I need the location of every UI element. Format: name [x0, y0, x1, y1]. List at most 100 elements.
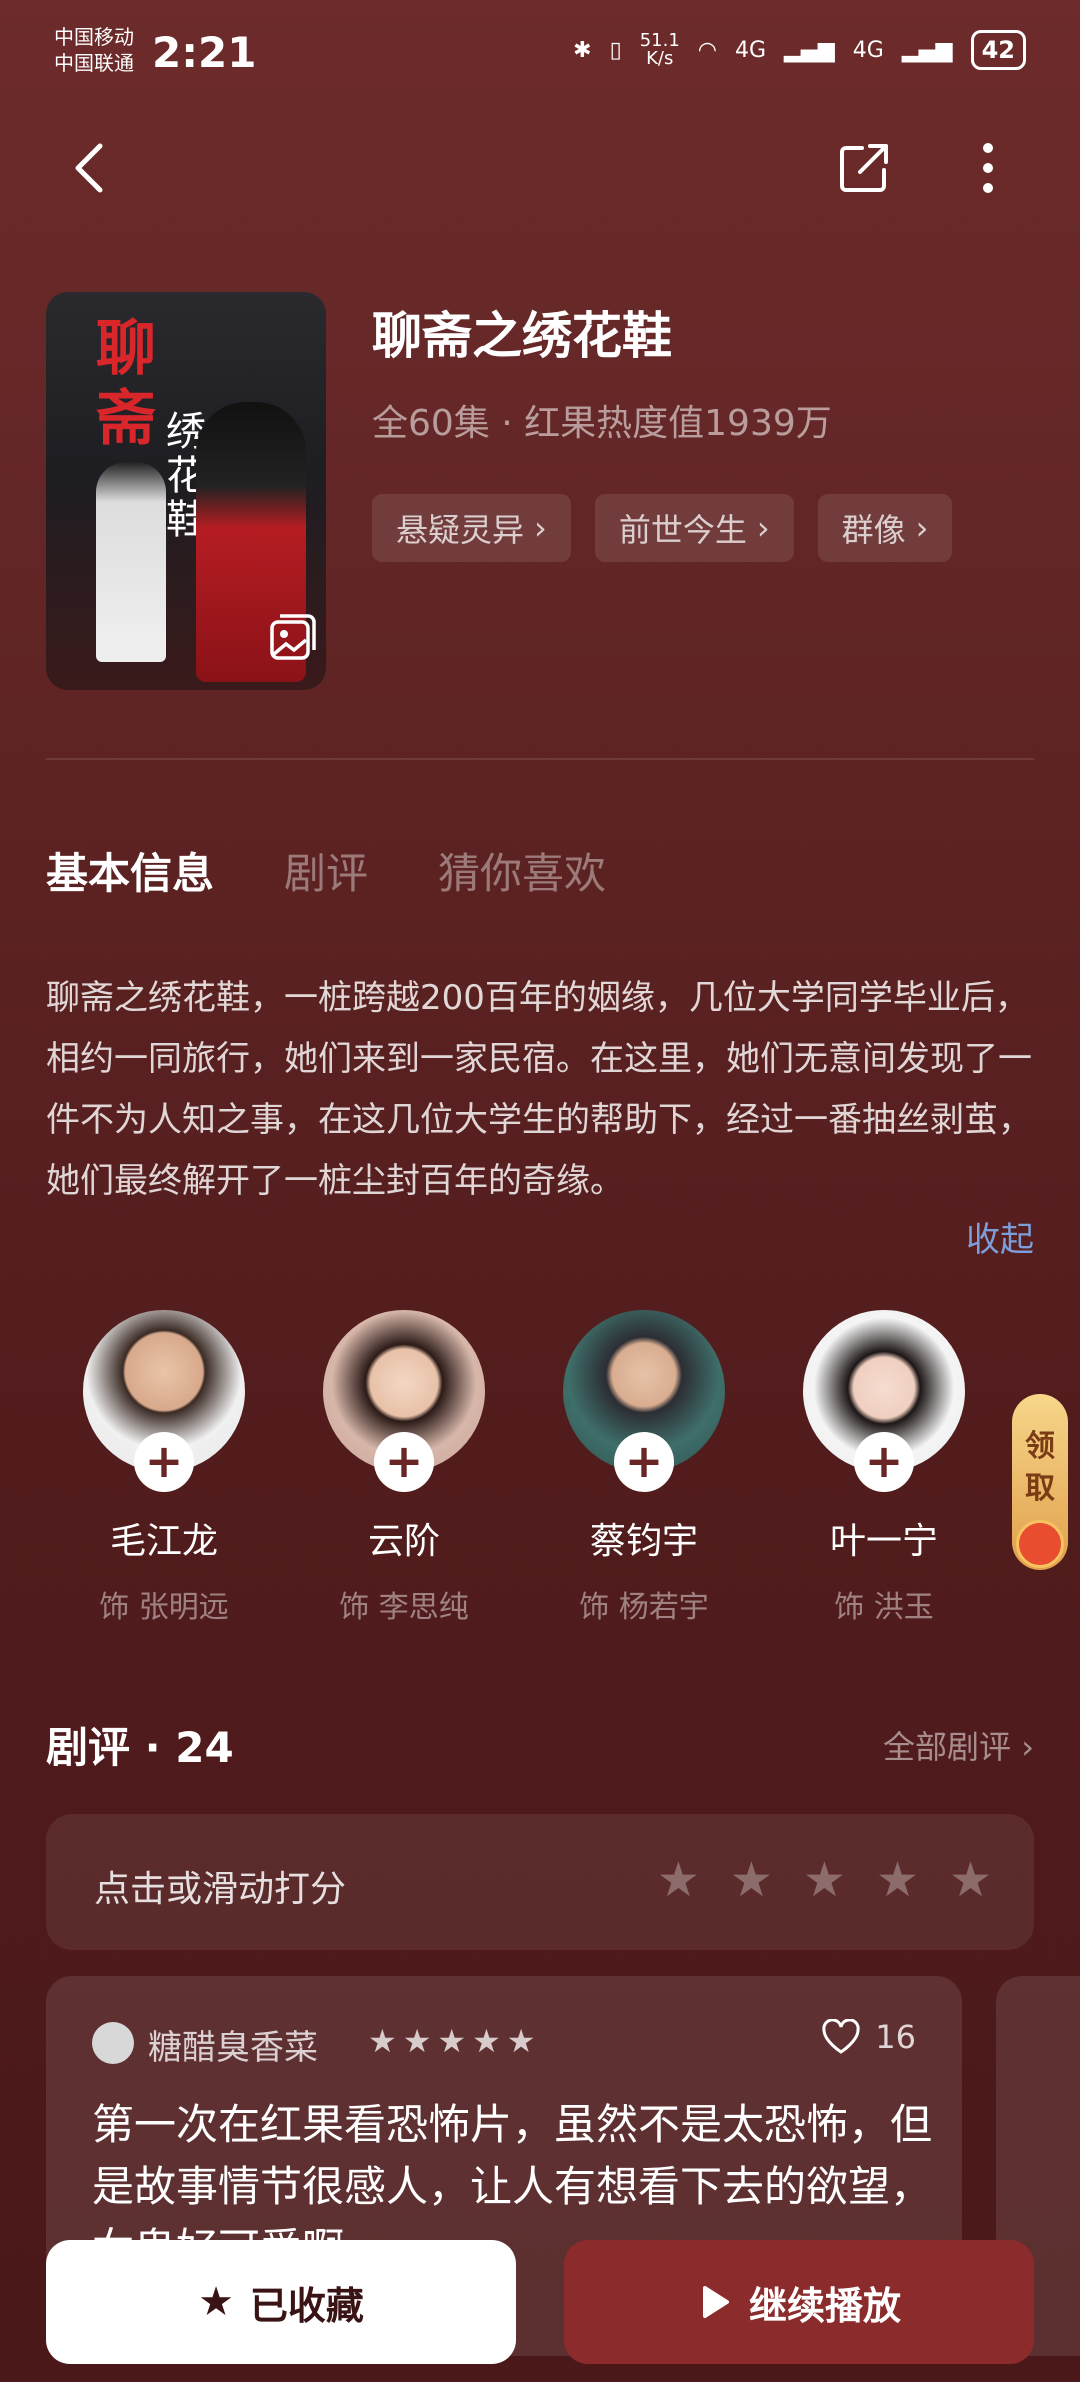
tab-basic-info[interactable]: 基本信息 [46, 840, 214, 901]
drama-poster[interactable]: 聊斋 绣花鞋 [46, 292, 326, 690]
signal-2: 4G [852, 37, 884, 63]
tag-chip[interactable]: 群像 › [817, 494, 953, 562]
net-speed-unit: K/s [646, 48, 674, 69]
red-envelope-icon [1016, 1520, 1064, 1568]
episode-count: 全60集 [372, 403, 490, 444]
review-section-title: 剧评 · 24 [46, 1714, 234, 1775]
tag-list: 悬疑灵异 › 前世今生 › 群像 › [372, 494, 953, 562]
review-stars: ★ ★ ★ ★ ★ [368, 2022, 535, 2060]
status-time: 2:21 [152, 28, 257, 77]
cast-name: 云阶 [367, 1521, 440, 1562]
follow-plus-icon[interactable]: + [854, 1432, 914, 1492]
signal-bars-icon: ▂▄▆ [901, 37, 953, 63]
signal-bars-icon: ▂▄▆ [784, 37, 835, 63]
status-icons: ✱ ▯ 51.1 K/s ◠ 4G ▂▄▆ 4G ▂▄▆ 42 [573, 30, 1026, 70]
back-button[interactable] [66, 138, 118, 198]
tag-chip[interactable]: 悬疑灵异 › [372, 494, 571, 562]
tag-label: 前世今生 [618, 511, 747, 549]
rating-stars[interactable]: ★ ★ ★ ★ ★ [657, 1856, 992, 1904]
cast-member[interactable]: + 蔡钧宇 饰 杨若宇 [544, 1310, 744, 1626]
share-icon [840, 144, 888, 192]
tag-label: 悬疑灵异 [396, 511, 525, 549]
more-vertical-icon [983, 143, 993, 193]
star-icon[interactable]: ★ [803, 1856, 846, 1904]
all-reviews-link[interactable]: 全部剧评 › [883, 1722, 1034, 1768]
drama-subinfo: 全60集 · 红果热度值1939万 [372, 394, 832, 446]
cast-name: 毛江龙 [109, 1521, 218, 1562]
cast-role: 饰 洪玉 [834, 1590, 934, 1625]
continue-play-button[interactable]: 继续播放 [564, 2240, 1034, 2364]
drama-description: 聊斋之绣花鞋，一桩跨越200百年的姻缘，几位大学同学毕业后，相约一同旅行，她们来… [46, 978, 1032, 1201]
cast-member[interactable]: + 叶一宁 饰 洪玉 [784, 1310, 984, 1626]
star-icon[interactable]: ★ [876, 1856, 919, 1904]
tag-chip[interactable]: 前世今生 › [594, 494, 794, 562]
carrier-1: 中国移动 [54, 25, 134, 49]
separator-dot: · [501, 403, 525, 444]
signal-1: 4G [734, 37, 767, 63]
review-username: 糖醋臭香菜 [148, 2028, 318, 2068]
follow-plus-icon[interactable]: + [374, 1432, 434, 1492]
heat-value: 红果热度值1939万 [524, 403, 832, 444]
wifi-icon: ◠ [697, 37, 717, 63]
collapse-link[interactable]: 收起 [966, 1212, 1034, 1261]
tab-recommend[interactable]: 猜你喜欢 [438, 840, 606, 901]
status-carriers: 中国移动 中国联通 [54, 24, 134, 76]
tab-reviews[interactable]: 剧评 [284, 840, 368, 901]
heart-icon [822, 2019, 860, 2054]
like-count: 16 [875, 2018, 916, 2056]
star-filled-icon: ★ [198, 2279, 234, 2325]
follow-plus-icon[interactable]: + [614, 1432, 674, 1492]
avatar: + [83, 1310, 245, 1492]
reward-widget[interactable]: 领 取 [1012, 1394, 1068, 1570]
cast-name: 叶一宁 [829, 1521, 938, 1562]
cast-name: 蔡钧宇 [589, 1521, 698, 1562]
battery-icon: 42 [970, 30, 1026, 70]
star-icon: ★ [437, 2022, 467, 2060]
favorite-button[interactable]: ★ 已收藏 [46, 2240, 516, 2364]
cast-member[interactable]: + 云阶 饰 李思纯 [304, 1310, 504, 1626]
star-icon[interactable]: ★ [730, 1856, 773, 1904]
poster-title-red: 聊斋 [96, 314, 156, 454]
vibrate-icon: ▯ [609, 37, 622, 63]
more-button[interactable] [968, 140, 1008, 196]
net-speed: 51.1 K/s [640, 32, 680, 68]
avatar: + [803, 1310, 965, 1492]
reward-label-1: 领 [1025, 1429, 1055, 1464]
star-icon[interactable]: ★ [949, 1856, 992, 1904]
favorite-label: 已收藏 [249, 2283, 364, 2328]
cast-role: 饰 张明远 [99, 1590, 229, 1625]
share-button[interactable] [836, 140, 892, 196]
all-reviews-label: 全部剧评 [883, 1728, 1012, 1766]
poster-figure-white [96, 462, 166, 662]
star-icon: ★ [402, 2022, 432, 2060]
avatar: + [323, 1310, 485, 1492]
avatar [92, 2022, 134, 2064]
carrier-2: 中国联通 [54, 51, 134, 75]
follow-plus-icon[interactable]: + [134, 1432, 194, 1492]
star-icon: ★ [472, 2022, 501, 2060]
like-button[interactable]: 16 [821, 2018, 916, 2056]
divider [46, 758, 1034, 760]
avatar: + [563, 1310, 725, 1492]
chevron-right-icon: › [756, 509, 770, 547]
gallery-icon[interactable] [268, 612, 318, 662]
star-icon[interactable]: ★ [657, 1856, 700, 1904]
review-title-label: 剧评 [46, 1723, 131, 1772]
reward-label-2: 取 [1025, 1471, 1055, 1506]
tab-bar: 基本信息 剧评 猜你喜欢 [46, 840, 606, 901]
star-icon: ★ [506, 2022, 536, 2060]
chevron-left-icon [75, 143, 103, 193]
cast-role: 饰 杨若宇 [579, 1590, 709, 1625]
bluetooth-icon: ✱ [573, 37, 592, 63]
tag-label: 群像 [841, 511, 906, 549]
review-count: 24 [175, 1723, 234, 1772]
play-icon [702, 2286, 729, 2318]
separator-dot: · [130, 1723, 176, 1772]
rate-prompt: 点击或滑动打分 [94, 1869, 347, 1910]
chevron-right-icon: › [1011, 1728, 1034, 1766]
chevron-right-icon: › [915, 509, 929, 547]
drama-title: 聊斋之绣花鞋 [372, 307, 672, 365]
rating-input-box[interactable]: 点击或滑动打分 ★ ★ ★ ★ ★ [46, 1814, 1034, 1950]
cast-member[interactable]: + 毛江龙 饰 张明远 [64, 1310, 264, 1626]
star-icon: ★ [368, 2022, 397, 2060]
